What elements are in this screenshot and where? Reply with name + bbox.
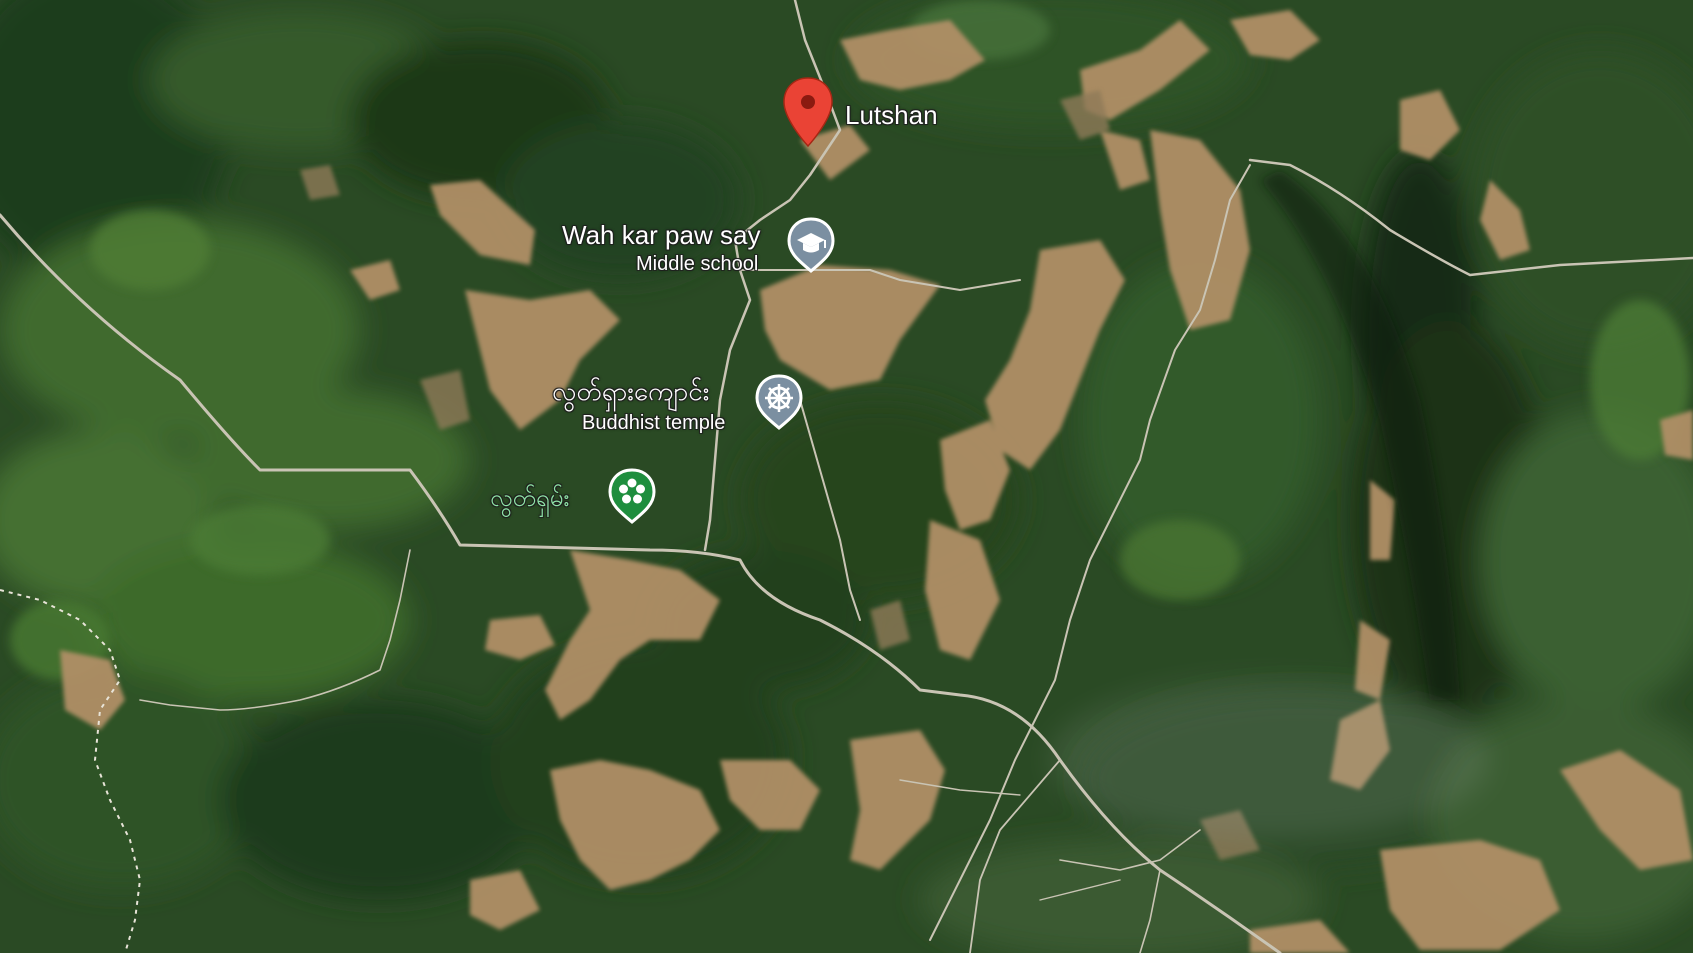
dharma-wheel-icon[interactable] <box>753 372 805 432</box>
place-category-temple: Buddhist temple <box>582 412 726 434</box>
place-label-park[interactable]: လွတ်ရှမ်း <box>490 487 569 511</box>
satellite-map[interactable]: Lutshan Wah kar paw say Middle school လွ… <box>0 0 1693 953</box>
place-label-temple[interactable]: လွတ်ရှားကျောင်း <box>552 378 709 404</box>
red-location-pin-icon[interactable] <box>781 76 835 148</box>
place-label-school[interactable]: Wah kar paw say <box>562 222 760 248</box>
graduation-cap-icon[interactable] <box>785 215 837 275</box>
satellite-imagery <box>0 0 1693 953</box>
place-label-lutshan[interactable]: Lutshan <box>845 102 938 128</box>
flower-icon[interactable] <box>606 466 658 526</box>
place-category-school: Middle school <box>636 253 759 275</box>
